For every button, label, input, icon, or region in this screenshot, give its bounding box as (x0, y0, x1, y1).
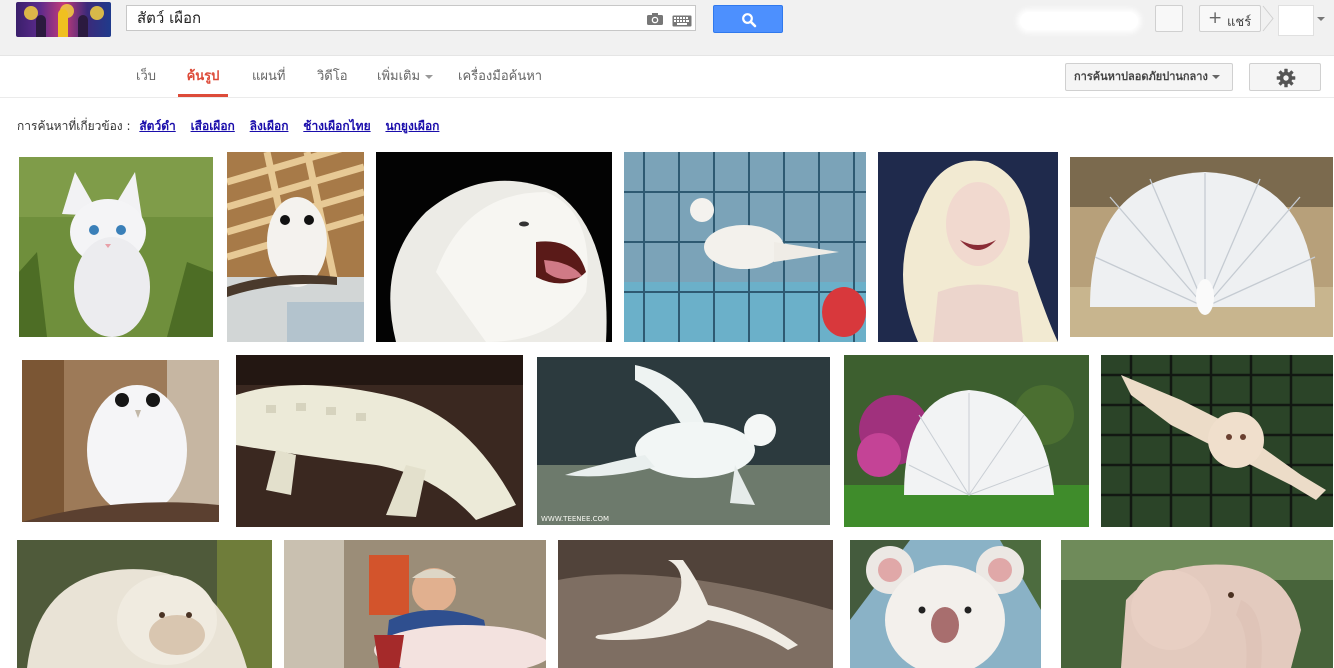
image-result-albino-alligator[interactable] (236, 355, 523, 527)
image-result-white-kitten[interactable] (17, 152, 215, 342)
image-result-albino-sea-turtle[interactable]: WWW.TEENEE.COM (535, 355, 832, 527)
tab-label: เพิ่มเติม (377, 69, 421, 84)
tab-label: ค้นรูป (186, 69, 220, 84)
tab-maps[interactable]: แผนที่ (252, 56, 285, 97)
image-result-white-koala[interactable] (850, 540, 1041, 668)
tab-images[interactable]: ค้นรูป (178, 56, 228, 97)
related-prefix: การค้นหาที่เกี่ยวข้อง : (17, 119, 131, 133)
settings-button[interactable] (1249, 63, 1321, 91)
google-doodle-logo[interactable] (16, 2, 111, 37)
tab-label: แผนที่ (252, 69, 286, 84)
tab-label: เครื่องมือค้นหา (458, 69, 543, 84)
related-link[interactable]: นกยูงเผือก (385, 119, 439, 133)
image-result-albino-gorilla[interactable] (17, 540, 272, 668)
tab-web[interactable]: เว็บ (136, 56, 156, 97)
image-result-albino-alligator-on-rock[interactable] (558, 540, 833, 668)
plus-icon: + (1208, 8, 1223, 28)
chevron-down-icon (425, 74, 434, 79)
search-icon (742, 13, 757, 28)
image-result-white-elephant[interactable] (1061, 540, 1333, 668)
chevron-down-icon (1211, 75, 1220, 79)
share-button[interactable]: + แชร์ (1199, 5, 1261, 32)
search-button[interactable] (713, 5, 783, 33)
notifications-button[interactable] (1155, 5, 1183, 32)
related-link[interactable]: ลิงเผือก (250, 119, 289, 133)
share-label: แชร์ (1227, 15, 1252, 30)
tab-label: วิดีโอ (317, 69, 348, 84)
image-result-white-owl-perched[interactable] (227, 152, 364, 342)
user-name[interactable] (1020, 12, 1138, 30)
nav-bar: เว็บ ค้นรูป แผนที่ วิดีโอ เพิ่มเติม เครื… (0, 56, 1334, 98)
keyboard-icon[interactable] (672, 12, 692, 27)
image-result-white-lion-roaring[interactable] (376, 152, 612, 342)
image-result-white-peacock-garden[interactable] (844, 355, 1089, 527)
tab-label: เว็บ (136, 69, 156, 84)
camera-icon[interactable] (646, 11, 664, 25)
tab-videos[interactable]: วิดีโอ (317, 56, 348, 97)
image-result-white-peacock-display[interactable] (1070, 157, 1333, 337)
gear-icon (1276, 68, 1296, 88)
search-input[interactable] (127, 6, 632, 30)
watermark: WWW.TEENEE.COM (541, 515, 609, 523)
image-result-albino-woman[interactable] (878, 152, 1058, 342)
image-result-albino-monkey-climbing[interactable] (1101, 355, 1333, 527)
related-link[interactable]: เสือเผือก (191, 119, 235, 133)
image-result-white-bird-in-cage[interactable] (624, 152, 866, 342)
related-searches: การค้นหาที่เกี่ยวข้อง : สัตว์ดำ เสือเผือ… (17, 117, 439, 136)
image-result-white-owl-closeup[interactable] (17, 355, 224, 527)
chevron-down-icon (1317, 17, 1325, 21)
top-bar: + แชร์ (0, 0, 1334, 56)
share-arrow-icon (1262, 5, 1274, 32)
tab-search-tools[interactable]: เครื่องมือค้นหา (458, 56, 542, 97)
tab-more[interactable]: เพิ่มเติม (377, 56, 434, 97)
related-link[interactable]: สัตว์ดำ (139, 119, 175, 133)
avatar[interactable] (1278, 5, 1325, 36)
safesearch-label: การค้นหาปลอดภัยปานกลาง (1074, 70, 1208, 83)
image-result-man-holding-albino-fish[interactable] (284, 540, 546, 668)
search-box (126, 5, 696, 31)
related-link[interactable]: ช้างเผือกไทย (303, 119, 370, 133)
safesearch-button[interactable]: การค้นหาปลอดภัยปานกลาง (1065, 63, 1233, 91)
